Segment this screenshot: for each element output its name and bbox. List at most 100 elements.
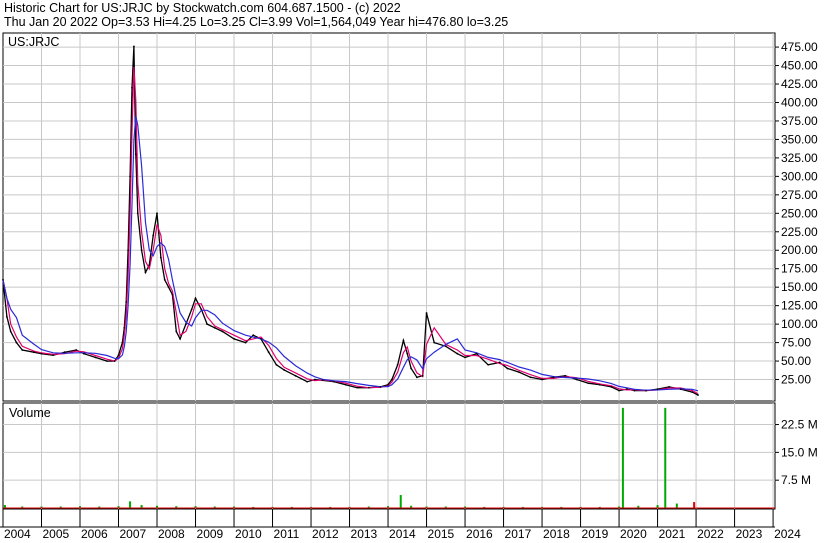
price-point	[221, 330, 224, 333]
price-point	[9, 330, 12, 333]
year-tick-label: 2005	[43, 527, 70, 541]
price-point	[140, 249, 143, 252]
price-point	[425, 312, 428, 314]
price-point	[294, 374, 297, 377]
price-point	[367, 386, 370, 389]
price-point	[171, 293, 174, 296]
price-point	[127, 249, 130, 252]
year-tick-label: 2020	[620, 527, 647, 541]
price-point	[564, 374, 567, 377]
volume-bar	[621, 407, 624, 508]
price-point	[190, 308, 193, 311]
volume-axis: 7.5 M 15.0 M 22.5 M	[775, 418, 818, 487]
price-point	[156, 212, 158, 215]
price-point	[668, 386, 671, 388]
year-tick-label: 2009	[197, 527, 224, 541]
year-tick-label: 2012	[312, 527, 339, 541]
date-axis: 2004 2005 2006 2007 2008 2009 2010 2011 2012 2013…	[0, 509, 801, 541]
year-tick-label: 2015	[428, 527, 455, 541]
price-point	[121, 341, 124, 344]
price-point	[464, 356, 466, 359]
price-point	[313, 378, 316, 381]
price-point	[575, 378, 578, 381]
price-tick-label: 200.00	[781, 243, 818, 257]
price-point	[260, 337, 262, 340]
price-point	[691, 391, 694, 393]
price-tick-label: 225.00	[781, 225, 818, 239]
price-point	[416, 376, 418, 379]
year-tick-label: 2013	[351, 527, 378, 541]
price-point	[475, 352, 478, 355]
price-point	[117, 354, 120, 357]
volume-bar	[664, 407, 667, 508]
price-point	[206, 323, 208, 326]
price-point	[15, 341, 18, 344]
symbol-label: US:JRJC	[8, 35, 59, 49]
price-point	[645, 389, 647, 392]
price-tick-label: 350.00	[781, 132, 818, 146]
price-point	[134, 153, 137, 156]
year-tick-label: 2011	[274, 527, 300, 541]
price-tick-label: 375.00	[781, 114, 818, 128]
price-point	[167, 286, 170, 289]
year-tick-label: 2004	[4, 527, 31, 541]
price-tick-label: 400.00	[781, 95, 818, 109]
stock-chart: 25.00 50.00 75.00 100.00 125.00 150.00 175.00 2…	[0, 32, 818, 541]
price-point	[136, 212, 139, 215]
price-tick-label: 125.00	[781, 299, 818, 313]
price-point	[275, 363, 278, 366]
price-point	[175, 330, 178, 333]
price-tick-label: 250.00	[781, 206, 818, 220]
year-tick-label: 2014	[389, 527, 416, 541]
price-point	[598, 383, 601, 386]
price-point	[159, 256, 162, 259]
year-tick-label: 2024	[774, 527, 801, 541]
price-point	[587, 382, 590, 385]
price-point	[113, 360, 116, 362]
volume-bar	[675, 503, 678, 508]
price-point	[402, 339, 405, 342]
price-tick-label: 275.00	[781, 188, 818, 202]
price-point	[179, 337, 182, 340]
price-tick-label: 475.00	[781, 40, 818, 54]
price-point	[213, 326, 216, 329]
price-point	[679, 388, 682, 391]
price-tick-label: 175.00	[781, 262, 818, 276]
price-point	[433, 341, 436, 344]
year-tick-label: 2022	[697, 527, 724, 541]
price-point	[344, 383, 347, 386]
volume-tick-label: 7.5 M	[781, 473, 811, 487]
price-point	[506, 367, 509, 370]
price-point	[529, 376, 532, 379]
price-tick-label: 325.00	[781, 151, 818, 165]
price-point	[233, 337, 235, 340]
price-tick-label: 150.00	[781, 280, 818, 294]
price-point	[123, 326, 126, 329]
year-tick-label: 2006	[81, 527, 108, 541]
year-tick-label: 2008	[158, 527, 185, 541]
price-point	[518, 371, 520, 374]
price-point	[396, 363, 399, 366]
price-point	[421, 374, 424, 377]
price-point	[306, 380, 309, 383]
price-point	[333, 380, 336, 383]
price-point	[184, 323, 187, 326]
price-point	[552, 376, 555, 379]
price-point	[244, 341, 247, 344]
year-tick-label: 2010	[235, 527, 262, 541]
price-point	[129, 175, 131, 178]
price-tick-label: 300.00	[781, 169, 818, 183]
year-tick-label: 2018	[543, 527, 570, 541]
price-point	[32, 351, 35, 354]
price-tick-label: 25.00	[781, 373, 811, 387]
price-point	[283, 369, 285, 371]
price-point	[52, 354, 54, 357]
price-point	[356, 386, 359, 389]
price-point	[75, 349, 78, 351]
price-axis: 25.00 50.00 75.00 100.00 125.00 150.00 175.00 2…	[775, 40, 818, 387]
price-point	[125, 301, 128, 303]
price-point	[21, 349, 24, 351]
price-point	[379, 386, 382, 388]
price-point	[610, 386, 613, 388]
price-tick-label: 50.00	[781, 354, 811, 368]
